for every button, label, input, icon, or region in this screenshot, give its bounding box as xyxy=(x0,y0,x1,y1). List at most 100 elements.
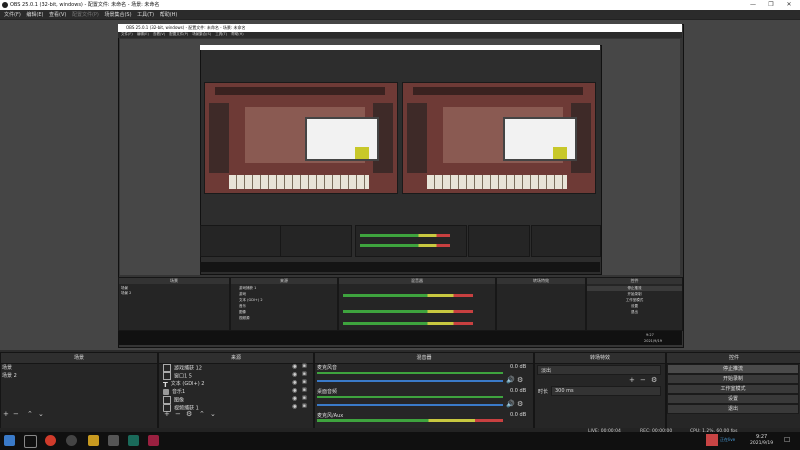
nested-meter xyxy=(343,310,473,313)
lock-icon[interactable]: ▣ xyxy=(302,403,307,409)
lock-icon[interactable]: ▣ xyxy=(302,395,307,401)
chrome-icon[interactable] xyxy=(45,435,56,446)
nested-control: 开始录制 xyxy=(627,292,642,296)
nested-taskbar xyxy=(118,331,682,345)
scene-item[interactable]: 场景 2 xyxy=(2,372,17,379)
visibility-eye-icon[interactable]: ◉ xyxy=(292,379,297,386)
nested-menu-tools: 工具(T) xyxy=(215,32,228,36)
visibility-eye-icon[interactable]: ◉ xyxy=(292,363,297,370)
game-tiles xyxy=(427,175,567,189)
speaker-icon[interactable]: 🔊 xyxy=(506,376,515,384)
nested-source-item: 游戏捕获 1 xyxy=(239,286,257,290)
start-recording-button[interactable]: 开始录制 xyxy=(667,374,799,384)
scene-item[interactable]: 场景 xyxy=(2,364,12,371)
nested-dock-header: 混音器 xyxy=(339,278,495,284)
menu-file[interactable]: 文件(F) xyxy=(4,11,21,18)
move-source-down-button[interactable]: ⌄ xyxy=(210,410,216,418)
menu-scene-collection[interactable]: 场景集合(S) xyxy=(104,11,131,18)
lock-icon[interactable]: ▣ xyxy=(302,379,307,385)
volume-slider[interactable] xyxy=(317,380,503,382)
menu-help[interactable]: 帮助(H) xyxy=(160,11,178,18)
close-button[interactable]: ✕ xyxy=(784,1,794,8)
inner-meter xyxy=(360,244,450,247)
notify-text: 正在live xyxy=(720,437,736,442)
transition-gear-icon[interactable]: ⚙ xyxy=(651,376,657,384)
notification-icon[interactable]: ☐ xyxy=(784,436,790,444)
move-source-up-button[interactable]: ⌃ xyxy=(199,410,205,418)
transition-select[interactable]: 淡出 xyxy=(537,365,661,375)
nested-menu-view: 查看(V) xyxy=(152,32,166,36)
menu-tools[interactable]: 工具(T) xyxy=(137,11,154,18)
maximize-button[interactable]: ❐ xyxy=(766,1,776,8)
duration-input[interactable]: 300 ms xyxy=(551,386,661,396)
lock-icon[interactable]: ▣ xyxy=(302,363,307,369)
mixer-meter-active xyxy=(317,419,503,422)
source-item[interactable]: 窗口1 5 xyxy=(163,372,192,380)
source-properties-gear-icon[interactable]: ⚙ xyxy=(186,410,192,418)
source-item[interactable]: 游戏捕获 12 xyxy=(163,364,202,372)
move-scene-up-button[interactable]: ⌃ xyxy=(27,410,33,418)
speaker-icon[interactable]: 🔊 xyxy=(506,400,515,408)
game-app-icon[interactable] xyxy=(88,435,99,446)
nested-titlebar: OBS 25.0.1 (32-bit, windows) - 配置文件: 未命名… xyxy=(118,24,682,32)
source-item[interactable]: T 文本 (GDI+) 2 xyxy=(163,380,204,389)
taskbar-date: 2021/9/19 xyxy=(750,441,774,446)
app-icon[interactable] xyxy=(108,435,119,446)
window-titlebar: OBS 25.0.1 (32-bit, windows) - 配置文件: 未命名… xyxy=(0,0,800,10)
nested-dock-header: 来源 xyxy=(231,278,337,284)
lock-icon[interactable]: ▣ xyxy=(302,371,307,377)
menu-profile[interactable]: 配置文件(P) xyxy=(72,11,99,18)
remove-scene-button[interactable]: − xyxy=(13,410,19,418)
menu-edit[interactable]: 编辑(E) xyxy=(26,11,43,18)
minimize-button[interactable]: — xyxy=(748,1,758,8)
menu-view[interactable]: 查看(V) xyxy=(49,11,66,18)
task-view-icon[interactable] xyxy=(24,435,37,448)
text-icon: T xyxy=(163,380,168,389)
add-source-button[interactable]: + xyxy=(164,410,170,418)
obs-taskbar-icon[interactable] xyxy=(66,435,77,446)
inner-meter xyxy=(360,234,450,237)
audio-icon xyxy=(163,388,169,395)
add-scene-button[interactable]: + xyxy=(3,410,9,418)
nested-control: 退出 xyxy=(631,310,638,314)
settings-button[interactable]: 设置 xyxy=(667,394,799,404)
taskbar-time: 9:27 xyxy=(756,434,768,440)
nested-source-item: 文本 (GDI+) 2 xyxy=(239,298,263,302)
nested-dock-scenes: 场景 场景 场景 2 xyxy=(118,277,230,331)
nested-title: OBS 25.0.1 (32-bit, windows) - 配置文件: 未命名… xyxy=(126,25,246,30)
app-icon[interactable] xyxy=(148,435,159,446)
game-top-bar xyxy=(215,87,385,95)
visibility-eye-icon[interactable]: ◉ xyxy=(292,403,297,410)
lock-icon[interactable]: ▣ xyxy=(302,387,307,393)
steam-icon[interactable] xyxy=(128,435,139,446)
nested-control: 设置 xyxy=(631,304,638,308)
source-item[interactable]: 音乐1 xyxy=(163,388,185,395)
start-windows-icon[interactable] xyxy=(4,435,15,446)
game-top-bar xyxy=(413,87,583,95)
volume-slider[interactable] xyxy=(317,404,503,406)
nested-dock-header: 转场特效 xyxy=(497,278,585,284)
duration-value: 300 ms xyxy=(555,388,574,394)
visibility-eye-icon[interactable]: ◉ xyxy=(292,371,297,378)
source-item[interactable]: 图像 xyxy=(163,396,184,404)
nested-control: 停止推流 xyxy=(587,286,682,291)
remove-transition-button[interactable]: − xyxy=(640,376,646,384)
visibility-eye-icon[interactable]: ◉ xyxy=(292,387,297,394)
channel-gear-icon[interactable]: ⚙ xyxy=(517,376,523,384)
visibility-eye-icon[interactable]: ◉ xyxy=(292,395,297,402)
duration-label: 时长 xyxy=(538,389,549,395)
move-scene-down-button[interactable]: ⌄ xyxy=(38,410,44,418)
nested-menu-help: 帮助(H) xyxy=(231,32,244,36)
stop-streaming-button[interactable]: 停止推流 xyxy=(667,364,799,374)
menu-bar: 文件(F) 编辑(E) 查看(V) 配置文件(P) 场景集合(S) 工具(T) … xyxy=(0,10,800,20)
add-transition-button[interactable]: + xyxy=(629,376,635,384)
window-title: OBS 25.0.1 (32-bit, windows) - 配置文件: 未命名… xyxy=(10,2,160,8)
scenes-dock: 场景 xyxy=(0,352,158,430)
nested-dock-controls: 控件 停止推流 开始录制 工作室模式 设置 退出 xyxy=(586,277,683,331)
channel-gear-icon[interactable]: ⚙ xyxy=(517,400,523,408)
remove-source-button[interactable]: − xyxy=(175,410,181,418)
studio-mode-button[interactable]: 工作室模式 xyxy=(667,384,799,394)
game-side-panel xyxy=(209,103,229,173)
exit-button[interactable]: 退出 xyxy=(667,404,799,414)
transitions-header: 转场特效 xyxy=(535,353,665,364)
